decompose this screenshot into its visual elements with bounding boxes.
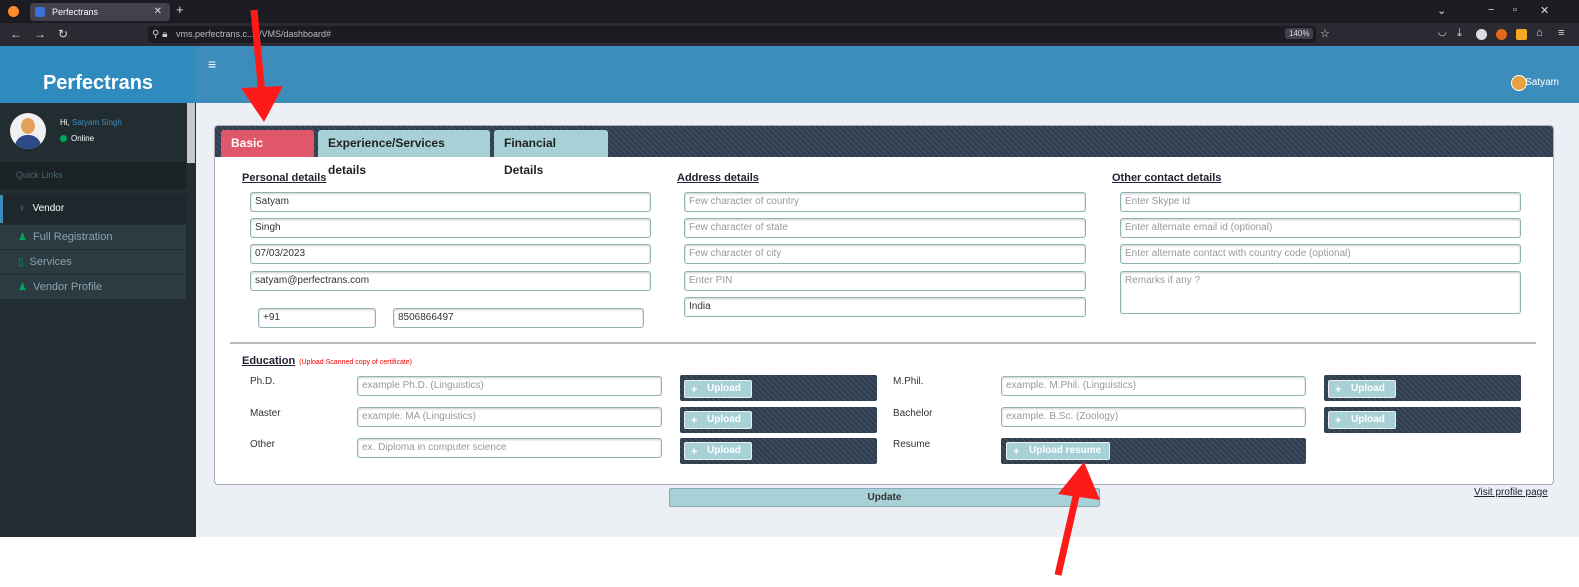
arrow-to-upload-resume — [1054, 462, 1100, 576]
annotation-arrows — [241, 9, 1100, 576]
arrow-to-basic-details — [241, 9, 283, 122]
